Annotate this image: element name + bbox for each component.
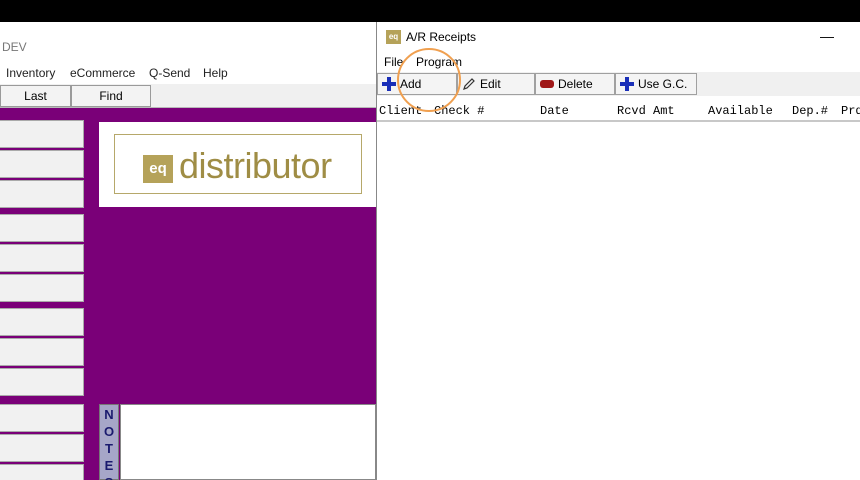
column-header-prd[interactable]: Prd: [841, 104, 860, 118]
side-button[interactable]: [0, 274, 84, 302]
side-button[interactable]: [0, 214, 84, 242]
delete-label: Delete: [558, 77, 593, 91]
logo-panel: eq distributor: [99, 122, 376, 207]
background-toolbar: Last Find: [0, 84, 376, 108]
background-menu-bar: Inventory eCommerce Q-Send Help: [0, 62, 376, 84]
pencil-icon: [463, 78, 475, 90]
use-gc-button[interactable]: Use G.C.: [615, 73, 697, 95]
background-main-area: eq distributor N O T E S: [0, 108, 376, 480]
side-button[interactable]: [0, 368, 84, 396]
notes-letter: O: [103, 424, 115, 439]
last-button[interactable]: Last: [0, 85, 71, 107]
delete-icon: [540, 80, 554, 88]
side-button[interactable]: [0, 180, 84, 208]
logo-text: distributor: [179, 145, 332, 186]
menu-inventory[interactable]: Inventory: [6, 66, 55, 80]
plus-icon: [620, 77, 634, 91]
column-header-rcvd-amt[interactable]: Rcvd Amt: [617, 104, 675, 118]
side-button[interactable]: [0, 244, 84, 272]
edit-button[interactable]: Edit: [457, 73, 535, 95]
use-gc-label: Use G.C.: [638, 77, 688, 91]
window-title: A/R Receipts: [406, 30, 477, 44]
column-header-available[interactable]: Available: [708, 104, 773, 118]
notes-letter: E: [104, 458, 114, 473]
notes-letter: S: [100, 475, 118, 480]
side-button[interactable]: [0, 120, 84, 148]
side-button[interactable]: [0, 434, 84, 462]
plus-icon: [382, 77, 396, 91]
background-app-window: DEV Inventory eCommerce Q-Send Help Last…: [0, 22, 376, 480]
menu-help[interactable]: Help: [203, 66, 228, 80]
minimize-button[interactable]: —: [817, 26, 837, 46]
logo-frame: eq distributor: [114, 134, 362, 194]
edit-label: Edit: [480, 77, 501, 91]
side-button[interactable]: [0, 404, 84, 432]
notes-letter: T: [105, 441, 113, 456]
side-button[interactable]: [0, 150, 84, 178]
column-header-dep[interactable]: Dep.#: [792, 104, 828, 118]
notes-letter: N: [104, 407, 114, 422]
side-button[interactable]: [0, 464, 84, 480]
background-title: DEV: [2, 40, 27, 54]
column-header-date[interactable]: Date: [540, 104, 569, 118]
ar-title-bar: eq A/R Receipts —: [377, 22, 860, 52]
menu-ecommerce[interactable]: eCommerce: [70, 66, 135, 80]
side-button[interactable]: [0, 338, 84, 366]
side-button[interactable]: [0, 308, 84, 336]
background-title-bar: DEV: [0, 22, 376, 62]
notes-textarea[interactable]: [120, 404, 376, 480]
menu-q-send[interactable]: Q-Send: [149, 66, 190, 80]
find-button[interactable]: Find: [71, 85, 151, 107]
delete-button[interactable]: Delete: [535, 73, 615, 95]
highlight-circle: [397, 48, 461, 112]
eq-app-icon: eq: [386, 30, 401, 44]
receipts-list[interactable]: [377, 122, 860, 480]
eq-logo-icon: eq: [143, 155, 173, 183]
notes-tab[interactable]: N O T E S: [99, 404, 119, 480]
